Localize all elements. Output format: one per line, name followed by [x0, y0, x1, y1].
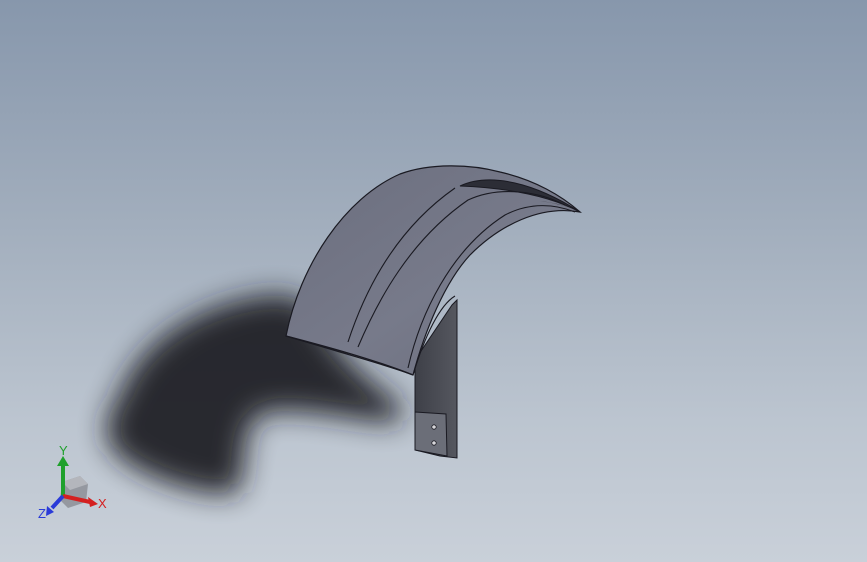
z-axis-line — [50, 494, 65, 510]
y-axis-label: Y — [59, 444, 68, 458]
x-axis-arrow — [88, 497, 98, 507]
bracket-plate[interactable] — [414, 411, 448, 457]
bolt-hole — [431, 424, 437, 430]
z-axis-label: Z — [38, 506, 46, 521]
graphics-viewport[interactable]: Y X Z — [0, 0, 867, 562]
x-axis-label: X — [98, 496, 107, 511]
model-scene[interactable] — [0, 0, 867, 562]
coordinate-triad[interactable]: Y X Z — [34, 444, 114, 524]
bolt-hole — [431, 440, 437, 446]
